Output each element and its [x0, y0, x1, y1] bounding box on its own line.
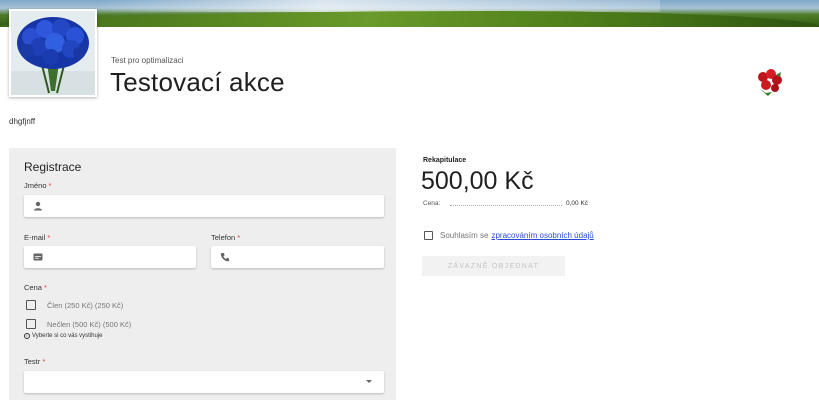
chevron-down-icon — [366, 380, 372, 383]
testr-label: Testr * — [24, 357, 46, 366]
summary-price-value: 0,00 Kč — [566, 200, 589, 207]
price-option-nonmember[interactable]: Nečlen (500 Kč) (500 Kč) — [26, 319, 131, 329]
consent-checkbox[interactable] — [424, 231, 433, 240]
consent-text: Souhlasím se — [440, 231, 489, 240]
phone-input[interactable] — [239, 249, 376, 265]
dotted-leader — [450, 205, 562, 206]
roses-thumbnail[interactable] — [754, 67, 784, 97]
form-title: Registrace — [24, 160, 82, 174]
email-icon — [33, 252, 43, 262]
testr-select[interactable] — [24, 371, 384, 393]
order-button[interactable]: ZÁVAZNĚ OBJEDNAT — [422, 256, 565, 276]
info-icon: i — [24, 333, 30, 339]
name-label: Jméno * — [24, 181, 52, 190]
event-subtitle: Test pro optimalizaci — [111, 56, 184, 65]
email-input[interactable] — [52, 249, 188, 265]
summary-price-label: Cena: — [423, 200, 441, 207]
member-checkbox[interactable] — [26, 300, 36, 310]
event-title: Testovací akce — [110, 67, 285, 97]
banner-hills — [0, 11, 819, 27]
email-label: E-mail * — [24, 233, 51, 242]
phone-label: Telefon * — [211, 233, 241, 242]
price-option-member[interactable]: Člen (250 Kč) (250 Kč) — [26, 300, 123, 310]
price-hint: i Vyberte si co vás vystihuje — [24, 333, 102, 339]
header-banner — [0, 0, 819, 27]
name-input[interactable] — [52, 198, 376, 214]
phone-icon — [220, 252, 230, 262]
red-roses-image — [754, 67, 784, 97]
summary-total: 500,00 Kč — [421, 167, 534, 195]
privacy-link[interactable]: zpracováním osobních údajů — [491, 231, 593, 240]
banner-clouds — [100, 0, 660, 12]
blue-roses-image — [11, 11, 95, 95]
summary-title: Rekapitulace — [423, 157, 467, 164]
price-label: Cena * — [24, 283, 47, 292]
event-image — [9, 9, 97, 97]
consent-row[interactable]: Souhlasím se zpracováním osobních údajů — [424, 231, 594, 240]
person-icon — [33, 201, 43, 211]
name-field[interactable] — [24, 195, 384, 217]
registration-form: Registrace Jméno * E-mail * Telefon * Ce… — [9, 148, 396, 400]
phone-field[interactable] — [211, 246, 384, 268]
nonmember-checkbox[interactable] — [26, 319, 36, 329]
event-description: dhgfjnff — [9, 117, 36, 126]
email-field[interactable] — [24, 246, 196, 268]
